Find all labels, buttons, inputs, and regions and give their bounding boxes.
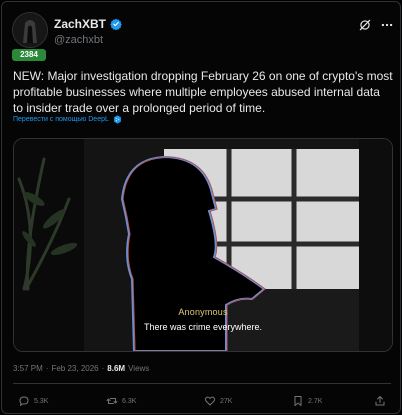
reply-count: 5.3K bbox=[34, 397, 49, 405]
like-icon bbox=[204, 396, 216, 406]
share-icon bbox=[375, 396, 385, 406]
avatar[interactable]: 2384 bbox=[12, 12, 48, 61]
tweet-card: 2384 ZachXBT @zachxbt NEW: Major investi… bbox=[1, 1, 401, 414]
meta-separator: · bbox=[45, 364, 49, 373]
reply-icon bbox=[19, 396, 29, 406]
like-count: 27K bbox=[220, 397, 233, 405]
handle[interactable]: @zachxbt bbox=[54, 34, 103, 46]
bookmark-button[interactable]: 2.7K bbox=[292, 395, 322, 407]
verified-icon bbox=[110, 18, 122, 30]
translate-link[interactable]: Перевести с помощью DeepL bbox=[13, 115, 122, 124]
tweet-meta: 3:57 PM · Feb 23, 2026 · 8.6M Views bbox=[13, 364, 149, 373]
reply-button[interactable]: 5.3K bbox=[18, 395, 48, 407]
avatar-image bbox=[12, 12, 48, 48]
translate-label[interactable]: Перевести с помощью DeepL bbox=[13, 116, 109, 123]
display-name[interactable]: ZachXBT bbox=[54, 17, 106, 31]
action-bar: 5.3K 6.3K 27K 2.7K bbox=[12, 395, 394, 411]
bookmark-count: 2.7K bbox=[308, 397, 323, 405]
caption-text: There was crime everywhere. bbox=[143, 322, 263, 332]
repost-icon bbox=[106, 398, 118, 404]
tweet-text: NEW: Major investigation dropping Februa… bbox=[13, 69, 393, 115]
repost-count: 6.3K bbox=[122, 397, 137, 405]
views-label: Views bbox=[128, 364, 150, 373]
repost-button[interactable]: 6.3K bbox=[106, 395, 136, 407]
more-icon[interactable] bbox=[380, 18, 394, 32]
like-button[interactable]: 27K bbox=[204, 395, 232, 407]
tweet-time[interactable]: 3:57 PM bbox=[13, 364, 43, 373]
deepl-icon bbox=[114, 115, 121, 124]
author-name-row: ZachXBT bbox=[54, 17, 122, 31]
grok-icon[interactable] bbox=[358, 18, 372, 32]
bookmark-icon bbox=[294, 396, 302, 406]
tweet-media[interactable]: Anonymous There was crime everywhere. bbox=[13, 138, 393, 352]
meta-separator-2: · bbox=[101, 364, 105, 373]
divider bbox=[13, 383, 391, 384]
avatar-badge: 2384 bbox=[12, 49, 46, 61]
tweet-date[interactable]: Feb 23, 2026 bbox=[51, 364, 98, 373]
views-count: 8.6M bbox=[107, 364, 126, 373]
share-button[interactable] bbox=[374, 395, 386, 407]
media-image bbox=[14, 139, 392, 351]
caption-speaker: Anonymous bbox=[178, 307, 228, 317]
